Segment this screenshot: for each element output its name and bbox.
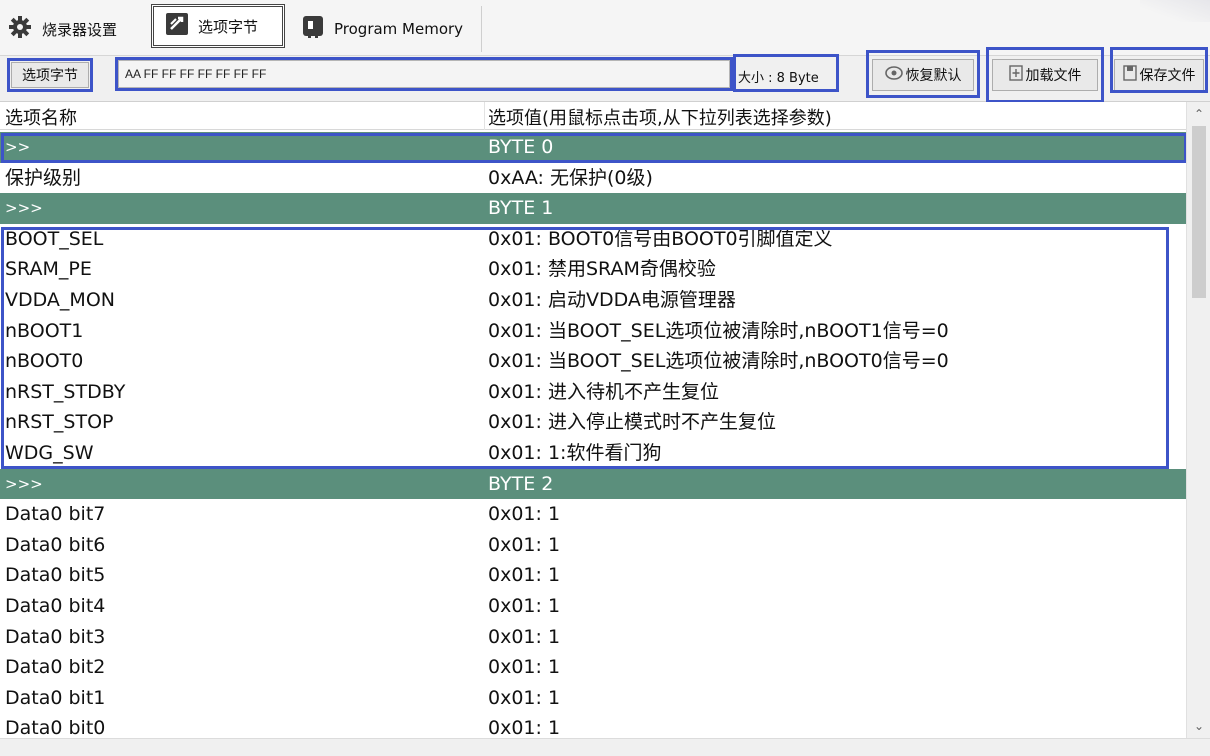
tab-separator (481, 6, 482, 52)
option-value[interactable]: 0x01: 1 (488, 560, 560, 590)
option-name: nBOOT0 (5, 350, 84, 373)
tab-programmer-settings[interactable]: 烧录器设置 (8, 6, 148, 52)
tab-program-memory[interactable]: Program Memory (288, 6, 478, 52)
option-row[interactable]: BOOT_SEL 0x01: BOOT0信号由BOOT0引脚值定义 (0, 224, 1186, 255)
tab-option-bytes[interactable]: 选项字节 (151, 4, 285, 48)
tab-bar: 烧录器设置 选项字节 Program Memory (0, 0, 1210, 56)
option-name: BOOT_SEL (5, 227, 104, 250)
option-value[interactable]: 0x01: 禁用SRAM奇偶校验 (488, 254, 716, 284)
option-name: Data0 bit3 (5, 625, 106, 648)
option-row[interactable]: Data0 bit4 0x01: 1 (0, 591, 1186, 622)
option-name: WDG_SW (5, 441, 94, 464)
option-row[interactable]: nRST_STOP 0x01: 进入停止模式时不产生复位 (0, 407, 1186, 438)
option-value[interactable]: 0x01: 1 (488, 622, 560, 652)
option-bytes-button[interactable]: 选项字节 (11, 62, 89, 88)
option-value[interactable]: 0x01: 进入停止模式时不产生复位 (488, 407, 776, 437)
toolbar: 选项字节 AA FF FF FF FF FF FF FF 大小 : 8 Byte… (0, 47, 1210, 103)
header-option-value: 选项值(用鼠标点击项,从下拉列表选择参数) (488, 108, 832, 129)
option-name: Data0 bit4 (5, 594, 106, 617)
option-value[interactable]: 0x01: 1:软件看门狗 (488, 438, 661, 468)
option-value[interactable]: 0x01: 1 (488, 499, 560, 529)
option-value: BYTE 1 (488, 197, 554, 220)
option-name: Data0 bit2 (5, 656, 106, 679)
tab-label: Program Memory (334, 20, 464, 38)
status-bar (0, 738, 1210, 756)
save-file-icon (1122, 65, 1137, 85)
section-row: >>> BYTE 1 (0, 193, 1186, 224)
header-separator (484, 102, 485, 130)
option-row[interactable]: Data0 bit1 0x01: 1 (0, 683, 1186, 714)
grid-header: 选项名称 选项值(用鼠标点击项,从下拉列表选择参数) (0, 102, 1186, 130)
memory-chip-icon (302, 15, 324, 43)
size-label: 大小 : 8 Byte (738, 71, 819, 86)
option-value: BYTE 2 (488, 472, 554, 495)
load-file-button[interactable]: 加载文件 (992, 59, 1098, 91)
load-file-label: 加载文件 (1025, 68, 1082, 84)
option-row[interactable]: Data0 bit0 0x01: 1 (0, 713, 1186, 738)
option-value[interactable]: 0x01: BOOT0信号由BOOT0引脚值定义 (488, 224, 833, 254)
option-name: >> (5, 138, 31, 156)
option-name: 保护级别 (5, 166, 82, 189)
option-name: Data0 bit0 (5, 717, 106, 738)
option-value[interactable]: 0x01: 1 (488, 683, 560, 713)
option-name: nRST_STOP (5, 411, 114, 434)
option-bytes-hex-field[interactable]: AA FF FF FF FF FF FF FF (118, 60, 730, 88)
option-row[interactable]: nBOOT1 0x01: 当BOOT_SEL选项位被清除时,nBOOT1信号=0 (0, 316, 1186, 347)
save-file-label: 保存文件 (1139, 68, 1196, 84)
scroll-thumb[interactable] (1192, 126, 1206, 298)
option-value[interactable]: 0x01: 1 (488, 530, 560, 560)
vertical-scrollbar[interactable]: ⌃ ⌄ (1186, 102, 1210, 738)
option-value[interactable]: 0x01: 当BOOT_SEL选项位被清除时,nBOOT1信号=0 (488, 316, 949, 346)
option-row[interactable]: 保护级别 0xAA: 无保护(0级) (0, 163, 1186, 194)
section-row: >> BYTE 0 (0, 132, 1186, 163)
option-value[interactable]: 0x01: 当BOOT_SEL选项位被清除时,nBOOT0信号=0 (488, 346, 949, 376)
option-row[interactable]: WDG_SW 0x01: 1:软件看门狗 (0, 438, 1186, 469)
option-name: VDDA_MON (5, 288, 115, 311)
save-file-button[interactable]: 保存文件 (1114, 59, 1204, 91)
option-value[interactable]: 0x01: 启动VDDA电源管理器 (488, 285, 736, 315)
tab-label: 烧录器设置 (42, 20, 118, 39)
tab-label: 选项字节 (198, 17, 259, 36)
gear-icon (8, 15, 32, 43)
option-bytes-button-label: 选项字节 (22, 68, 78, 84)
corner-decoration (1140, 0, 1210, 22)
option-name: Data0 bit7 (5, 503, 106, 526)
option-name: nRST_STDBY (5, 380, 126, 403)
option-name: >>> (5, 199, 43, 218)
grid-rows: >> BYTE 0 保护级别 0xAA: 无保护(0级) >>> BYTE 1 BOOT_S… (0, 132, 1186, 738)
option-value[interactable]: 0x01: 1 (488, 652, 560, 682)
option-row[interactable]: Data0 bit7 0x01: 1 (0, 499, 1186, 530)
option-row[interactable]: Data0 bit6 0x01: 1 (0, 530, 1186, 561)
option-name: Data0 bit6 (5, 533, 106, 556)
option-value[interactable]: 0x01: 进入待机不产生复位 (488, 377, 719, 407)
option-row[interactable]: Data0 bit3 0x01: 1 (0, 622, 1186, 653)
option-name: Data0 bit1 (5, 686, 106, 709)
option-grid: 选项名称 选项值(用鼠标点击项,从下拉列表选择参数) >> BYTE 0 保护级别 0… (0, 102, 1186, 738)
scroll-down-icon[interactable]: ⌄ (1187, 714, 1210, 738)
option-value[interactable]: 0x01: 1 (488, 591, 560, 621)
option-value: BYTE 0 (488, 136, 554, 158)
option-row[interactable]: nRST_STDBY 0x01: 进入待机不产生复位 (0, 377, 1186, 408)
option-row[interactable]: VDDA_MON 0x01: 启动VDDA电源管理器 (0, 285, 1186, 316)
option-row[interactable]: Data0 bit2 0x01: 1 (0, 652, 1186, 683)
option-row[interactable]: nBOOT0 0x01: 当BOOT_SEL选项位被清除时,nBOOT0信号=0 (0, 346, 1186, 377)
restore-default-button[interactable]: 恢复默认 (872, 59, 974, 91)
header-option-name: 选项名称 (5, 108, 77, 129)
option-value[interactable]: 0x01: 1 (488, 713, 560, 738)
option-name: SRAM_PE (5, 258, 92, 281)
restore-icon (884, 65, 903, 85)
option-row[interactable]: Data0 bit5 0x01: 1 (0, 560, 1186, 591)
scroll-up-icon[interactable]: ⌃ (1187, 102, 1210, 126)
load-file-icon (1008, 65, 1023, 85)
option-name: nBOOT1 (5, 319, 84, 342)
option-name: >>> (5, 474, 43, 493)
option-bytes-icon (166, 13, 188, 39)
restore-default-label: 恢复默认 (905, 68, 962, 84)
section-row: >>> BYTE 2 (0, 468, 1186, 500)
option-row[interactable]: SRAM_PE 0x01: 禁用SRAM奇偶校验 (0, 254, 1186, 285)
option-value[interactable]: 0xAA: 无保护(0级) (488, 163, 653, 193)
option-name: Data0 bit5 (5, 564, 106, 587)
